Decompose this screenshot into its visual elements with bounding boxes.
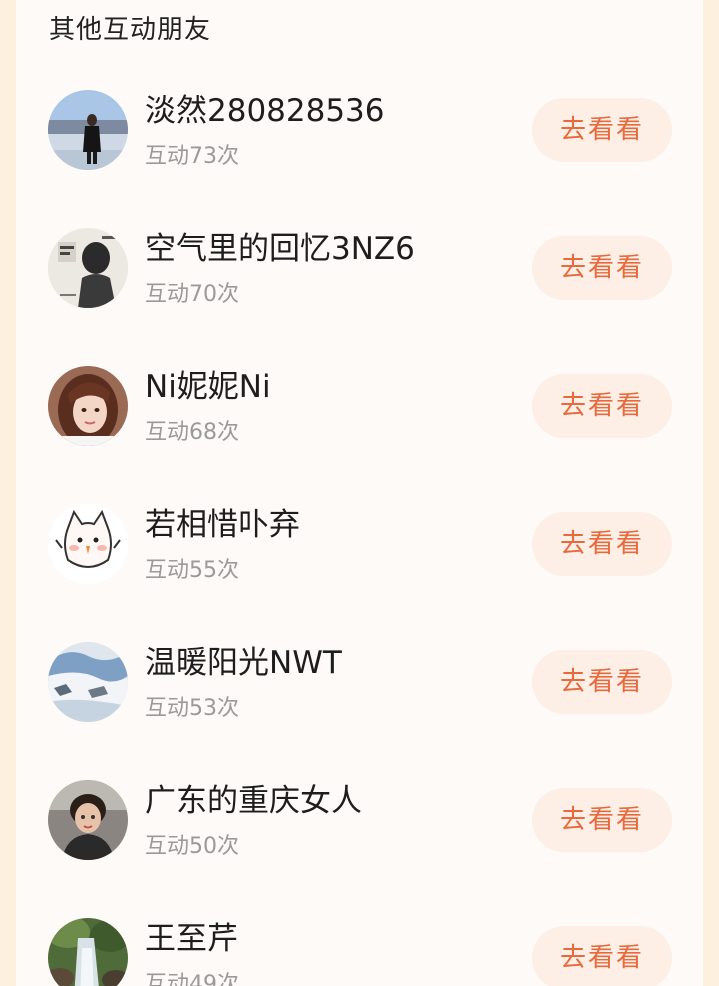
friend-avatar[interactable]: [48, 504, 128, 584]
friend-row[interactable]: Ni妮妮Ni 互动68次 去看看: [16, 366, 703, 466]
go-see-button[interactable]: 去看看: [532, 98, 672, 162]
interaction-count: 互动55次: [145, 558, 239, 583]
go-see-button[interactable]: 去看看: [532, 512, 672, 576]
friend-name: 王至芹: [145, 921, 238, 957]
interaction-count: 互动49次: [145, 972, 239, 986]
go-see-button[interactable]: 去看看: [532, 374, 672, 438]
interaction-count: 互动50次: [145, 834, 239, 859]
friend-name: 若相惜卟弃: [145, 507, 300, 543]
interaction-count: 互动73次: [145, 144, 239, 169]
friend-avatar[interactable]: [48, 228, 128, 308]
friend-name: Ni妮妮Ni: [145, 369, 271, 405]
friend-avatar[interactable]: [48, 90, 128, 170]
avatar-image: [48, 90, 128, 170]
avatar-image: [48, 780, 128, 860]
go-see-button[interactable]: 去看看: [532, 788, 672, 852]
avatar-image: [48, 366, 128, 446]
interaction-count: 互动53次: [145, 696, 239, 721]
friend-avatar[interactable]: [48, 366, 128, 446]
go-see-button[interactable]: 去看看: [532, 236, 672, 300]
avatar-image: [48, 642, 128, 722]
friend-name: 广东的重庆女人: [145, 783, 362, 819]
friend-row[interactable]: 广东的重庆女人 互动50次 去看看: [16, 780, 703, 880]
friend-name: 空气里的回忆3NZ6: [145, 231, 415, 267]
friend-row[interactable]: 若相惜卟弃 互动55次 去看看: [16, 504, 703, 604]
friend-row[interactable]: 淡然280828536 互动73次 去看看: [16, 90, 703, 190]
go-see-button[interactable]: 去看看: [532, 926, 672, 986]
interaction-count: 互动68次: [145, 420, 239, 445]
interaction-count: 互动70次: [145, 282, 239, 307]
friend-avatar[interactable]: [48, 642, 128, 722]
friend-name: 温暖阳光NWT: [145, 645, 342, 681]
friend-avatar[interactable]: [48, 918, 128, 986]
go-see-button[interactable]: 去看看: [532, 650, 672, 714]
friend-avatar[interactable]: [48, 780, 128, 860]
friend-name: 淡然280828536: [145, 93, 385, 129]
interaction-friends-card: 其他互动朋友 淡然280828536 互动73次 去看看 空气里的回忆3NZ6 …: [16, 0, 703, 986]
avatar-image: [48, 228, 128, 308]
avatar-image: [48, 918, 128, 986]
avatar-image: [48, 504, 128, 584]
friend-row[interactable]: 王至芹 互动49次 去看看: [16, 918, 703, 986]
friend-row[interactable]: 空气里的回忆3NZ6 互动70次 去看看: [16, 228, 703, 328]
section-title: 其他互动朋友: [49, 15, 212, 45]
friend-row[interactable]: 温暖阳光NWT 互动53次 去看看: [16, 642, 703, 742]
